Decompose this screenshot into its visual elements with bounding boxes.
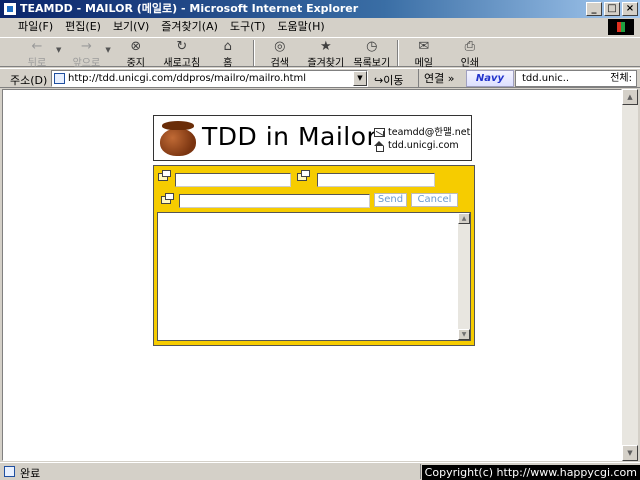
email-link[interactable]: teamdd@한맬.net [374,126,470,139]
refresh-icon: ↻ [176,39,188,54]
favorites-label: 즐겨찾기 [307,58,345,69]
menu-bar: 파일(F) 편집(E) 보기(V) 즐겨찾기(A) 도구(T) 도움말(H) [0,18,640,36]
home-button[interactable]: ⌂ 홈 [205,38,251,69]
home-icon: ⌂ [223,39,232,54]
standard-toolbar: ← 뒤로 ▼ → 앞으로 ▼ ⊗ 중지 ↻ 새로고침 ⌂ 홈 ◎ 검색 ★ 즐겨… [0,37,640,69]
email-text: teamdd@한맬.net [388,127,471,138]
subject-icon [161,193,175,205]
stop-icon: ⊗ [130,39,142,54]
forward-label: 앞으로 [72,58,101,69]
site-link[interactable]: tdd.unicgi.com [374,139,470,152]
sender-mail-icon [297,170,311,182]
go-label: 이동 [383,74,404,87]
forward-arrow-icon: → [80,39,92,54]
print-button[interactable]: ⎙ 인쇄 [447,38,493,69]
favorites-icon: ★ [319,39,332,54]
address-dropdown-icon[interactable]: ▼ [353,71,367,86]
page-vertical-scrollbar[interactable]: ▲ ▼ [622,89,638,461]
go-arrow-icon: ↪ [374,74,384,87]
back-arrow-icon: ← [31,39,43,54]
address-label: 주소(D) [10,74,48,87]
search-button[interactable]: ◎ 검색 [257,38,303,69]
banner-contact: teamdd@한맬.net tdd.unicgi.com [374,126,470,152]
mailor-banner: TDD in Mailor teamdd@한맬.net tdd.unicgi.c… [153,115,472,161]
refresh-button[interactable]: ↻ 새로고침 [159,38,205,69]
back-label: 뒤로 [27,58,47,69]
window-title-bar: TEAMDD - MAILOR (메일로) - Microsoft Intern… [0,0,640,18]
message-scroll-up-icon[interactable]: ▲ [458,213,470,224]
clay-pot-logo-icon [160,120,196,156]
address-url: http://tdd.unicgi.com/ddpros/mailro/mail… [68,73,307,84]
search-icon: ◎ [274,39,286,54]
favorites-button[interactable]: ★ 즐겨찾기 [303,38,349,69]
page-viewport: TDD in Mailor teamdd@한맬.net tdd.unicgi.c… [2,89,622,461]
toolbar-separator [252,40,255,66]
maximize-button[interactable]: □ [604,2,620,16]
mail-button[interactable]: ✉ 메일 [401,38,447,69]
go-button[interactable]: ↪이동 [374,72,403,88]
cancel-button[interactable]: Cancel [411,193,458,207]
message-body-textarea[interactable]: ▲ ▼ [157,212,471,341]
stop-button[interactable]: ⊗ 중지 [113,38,159,69]
address-input[interactable]: http://tdd.unicgi.com/ddpros/mailro/mail… [51,70,368,87]
status-text: 완료 [20,467,41,480]
menu-tools[interactable]: 도구(T) [224,18,272,36]
subject-field[interactable] [179,194,370,208]
menu-view[interactable]: 보기(V) [107,18,155,36]
to-field[interactable] [175,173,291,187]
links-toolbar[interactable]: 연결 » [418,69,462,88]
history-label: 목록보기 [353,58,391,69]
history-button[interactable]: ◷ 목록보기 [349,38,395,69]
scroll-up-icon[interactable]: ▲ [622,89,638,105]
forward-dropdown-icon[interactable]: ▼ [105,46,110,54]
menu-file[interactable]: 파일(F) [12,18,59,36]
stop-label: 중지 [126,58,145,69]
banner-title: TDD in Mailor [202,122,378,151]
mail-label: 메일 [414,58,433,69]
menu-favorites[interactable]: 즐겨찾기(A) [155,18,224,36]
page-status-icon [4,466,15,477]
search-label: 검색 [270,58,289,69]
window-title: TEAMDD - MAILOR (메일로) - Microsoft Intern… [20,2,359,15]
print-label: 인쇄 [460,58,479,69]
toolbar-separator [396,40,399,66]
page-icon [54,73,65,84]
status-bar: 완료 Copyright(c) http://www.happycgi.com [0,462,640,480]
scroll-down-icon[interactable]: ▼ [622,445,638,461]
minimize-button[interactable]: _ [586,2,602,16]
close-button[interactable]: × [622,2,638,16]
address-bar: 주소(D) http://tdd.unicgi.com/ddpros/mailr… [0,68,640,88]
mail-icon: ✉ [418,39,430,54]
send-button[interactable]: Send [374,193,407,207]
ie-app-icon [3,2,17,16]
envelope-icon [374,128,385,137]
back-dropdown-icon[interactable]: ▼ [56,46,61,54]
message-scroll-down-icon[interactable]: ▼ [458,329,470,340]
menu-edit[interactable]: 편집(E) [59,18,107,36]
copyright-label: Copyright(c) http://www.happycgi.com [421,465,640,480]
windows-logo-icon [608,19,634,35]
home-label: 홈 [223,58,233,69]
menu-help[interactable]: 도움말(H) [271,18,330,36]
navy-search-logo[interactable]: Navy [466,70,514,87]
from-field[interactable] [317,173,435,187]
back-button[interactable]: ← 뒤로 [14,38,60,69]
site-text: tdd.unicgi.com [388,140,459,151]
mail-form-panel: Send Cancel ▲ ▼ [153,165,475,346]
house-icon [374,140,385,152]
recipient-mail-icon [158,170,172,182]
forward-button[interactable]: → 앞으로 [63,38,109,69]
navy-search-text: tdd.unic.. [522,73,570,84]
navy-search-scope[interactable]: 전체: [610,71,632,86]
navy-search-input[interactable]: tdd.unic.. 전체: [515,70,637,87]
refresh-label: 새로고침 [163,58,201,69]
history-icon: ◷ [366,39,378,54]
message-scrollbar[interactable]: ▲ ▼ [458,213,470,340]
printer-icon: ⎙ [464,39,475,54]
window-controls: _ □ × [586,2,638,16]
